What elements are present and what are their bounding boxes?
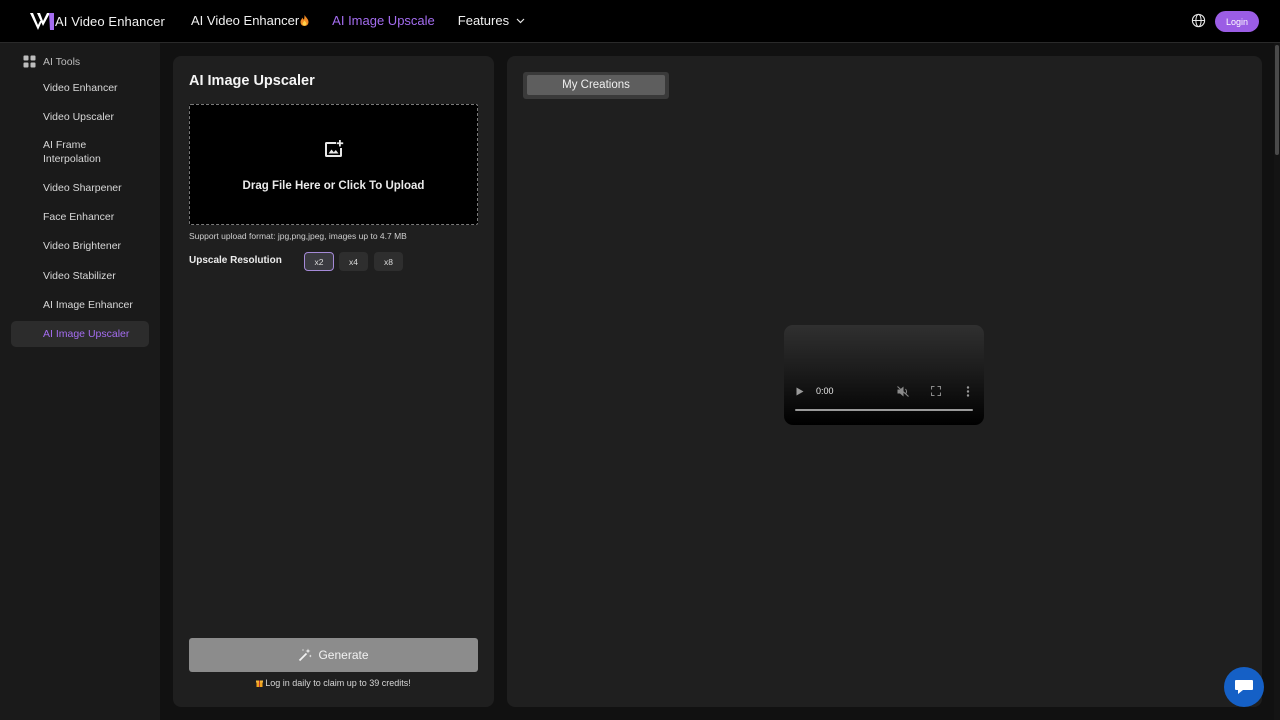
sidebar-item-ai-frame-interpolation[interactable]: AI Frame Interpolation <box>43 138 113 166</box>
mute-icon[interactable] <box>897 386 909 397</box>
creations-panel: My Creations 0:00 <box>507 56 1262 707</box>
chevron-down-icon <box>516 18 525 24</box>
sidebar-item-video-upscaler[interactable]: Video Upscaler <box>43 110 143 124</box>
resolution-x4-button[interactable]: x4 <box>339 252 368 271</box>
nav-ai-image-upscale[interactable]: AI Image Upscale <box>332 13 435 28</box>
magic-wand-icon <box>299 648 313 662</box>
main-nav: AI Video Enhancer AI Image Upscale Featu… <box>191 13 548 28</box>
fire-icon <box>300 15 309 26</box>
sidebar-item-video-enhancer[interactable]: Video Enhancer <box>43 81 143 95</box>
chat-button[interactable] <box>1224 667 1264 707</box>
page-title: AI Image Upscaler <box>189 73 315 89</box>
sidebar-item-video-sharpener[interactable]: Video Sharpener <box>43 181 143 195</box>
sidebar: AI Tools Video Enhancer Video Upscaler A… <box>0 43 160 720</box>
fullscreen-icon[interactable] <box>931 386 941 396</box>
tab-my-creations[interactable]: My Creations <box>527 75 665 95</box>
play-icon[interactable] <box>796 387 804 396</box>
sidebar-item-video-stabilizer[interactable]: Video Stabilizer <box>43 269 143 283</box>
scrollbar-thumb[interactable] <box>1275 45 1279 155</box>
video-time: 0:00 <box>816 386 834 396</box>
creations-tabs: My Creations <box>523 72 669 99</box>
support-format-text: Support upload format: jpg,png,jpeg, ima… <box>189 231 407 241</box>
daily-credits-text: Log in daily to claim up to 39 credits! <box>265 678 411 688</box>
top-navbar: AI Video Enhancer AI Video Enhancer AI I… <box>0 0 1280 43</box>
globe-icon[interactable] <box>1191 13 1206 28</box>
sidebar-heading-label: AI Tools <box>43 55 81 68</box>
brand-logo[interactable]: AI Video Enhancer <box>29 10 165 32</box>
resolution-x2-button[interactable]: x2 <box>304 252 334 271</box>
sidebar-item-face-enhancer[interactable]: Face Enhancer <box>43 210 143 224</box>
video-player[interactable]: 0:00 <box>784 325 984 425</box>
page-scrollbar[interactable] <box>1274 43 1280 720</box>
nav-label: AI Video Enhancer <box>191 13 300 28</box>
daily-credits-notice: Log in daily to claim up to 39 credits! <box>173 678 494 688</box>
add-image-icon <box>325 140 344 157</box>
upscaler-panel: AI Image Upscaler Drag File Here or Clic… <box>173 56 494 707</box>
nav-label: Features <box>457 13 510 28</box>
grid-tools-icon <box>23 55 36 68</box>
sidebar-item-ai-image-upscaler[interactable]: AI Image Upscaler <box>43 327 143 341</box>
sidebar-heading: AI Tools <box>23 55 80 68</box>
chat-bubble-icon <box>1235 680 1253 694</box>
login-button[interactable]: Login <box>1215 11 1259 32</box>
generate-button[interactable]: Generate <box>189 638 478 672</box>
logo-icon <box>30 13 54 30</box>
gift-icon <box>256 680 264 687</box>
video-progress-bar[interactable] <box>795 409 973 411</box>
upload-dropzone[interactable]: Drag File Here or Click To Upload <box>189 104 478 225</box>
nav-ai-video-enhancer[interactable]: AI Video Enhancer <box>191 13 309 28</box>
generate-label: Generate <box>318 648 369 662</box>
dropzone-text: Drag File Here or Click To Upload <box>242 180 425 192</box>
sidebar-item-ai-image-enhancer[interactable]: AI Image Enhancer <box>43 298 143 312</box>
sidebar-item-video-brightener[interactable]: Video Brightener <box>43 239 143 253</box>
upscale-resolution-label: Upscale Resolution <box>189 255 282 266</box>
resolution-x8-button[interactable]: x8 <box>374 252 403 271</box>
brand-name: AI Video Enhancer <box>55 13 165 29</box>
nav-features[interactable]: Features <box>458 13 525 28</box>
more-options-icon[interactable] <box>966 386 970 397</box>
